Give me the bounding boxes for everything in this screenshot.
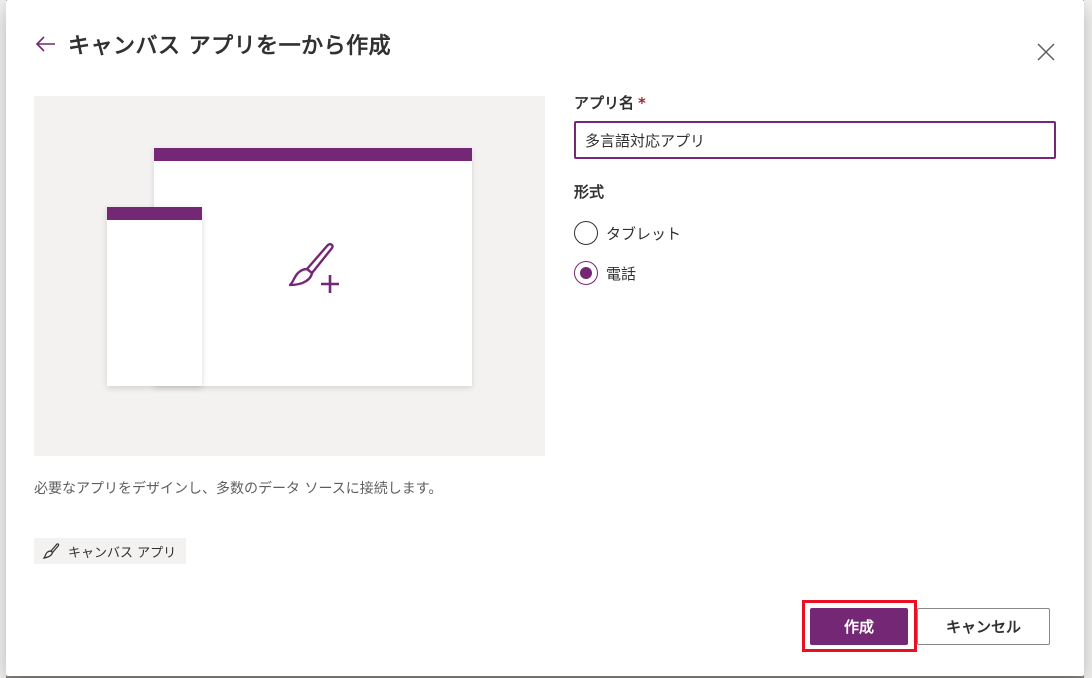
app-form: アプリ名* 形式 タブレット 電話 [574,92,1058,300]
paintbrush-plus-icon [288,243,339,293]
app-preview-illustration [34,96,545,456]
phone-mockup-header [107,207,202,220]
app-name-input[interactable] [574,121,1056,159]
format-option-phone[interactable]: 電話 [574,260,1058,286]
format-option-tablet[interactable]: タブレット [574,220,1058,246]
format-label: 形式 [574,183,605,201]
format-option-phone-label: 電話 [606,264,637,283]
radio-dot [580,267,592,279]
format-option-tablet-label: タブレット [606,224,682,243]
app-name-label: アプリ名 * [574,92,1058,113]
close-button[interactable] [1032,38,1060,66]
tablet-mockup-header [154,148,472,161]
format-radio-group: タブレット 電話 [574,220,1058,286]
back-button[interactable] [32,30,60,58]
background-page-right [1084,0,1092,678]
create-canvas-app-dialog: キャンバス アプリを一から作成 必要なアプリをデザインし、多数のデータ ソースに… [6,0,1084,676]
radio-circle[interactable] [574,221,598,245]
app-type-tag: キャンバス アプリ [34,538,187,564]
phone-mockup [107,207,202,386]
required-mark: * [638,94,646,112]
app-type-tag-label: キャンバス アプリ [68,545,177,561]
app-name-label-text: アプリ名 [574,94,635,112]
cancel-button[interactable]: キャンセル [917,608,1050,645]
app-description: 必要なアプリをデザインし、多数のデータ ソースに接続します。 [34,481,443,497]
close-icon [1037,43,1055,61]
paintbrush-icon [42,542,60,560]
arrow-left-icon [36,36,55,52]
dialog-title: キャンバス アプリを一から作成 [68,34,392,59]
create-button[interactable]: 作成 [810,608,908,645]
dialog-header: キャンバス アプリを一から作成 [32,28,391,60]
radio-circle-selected[interactable] [574,261,598,285]
